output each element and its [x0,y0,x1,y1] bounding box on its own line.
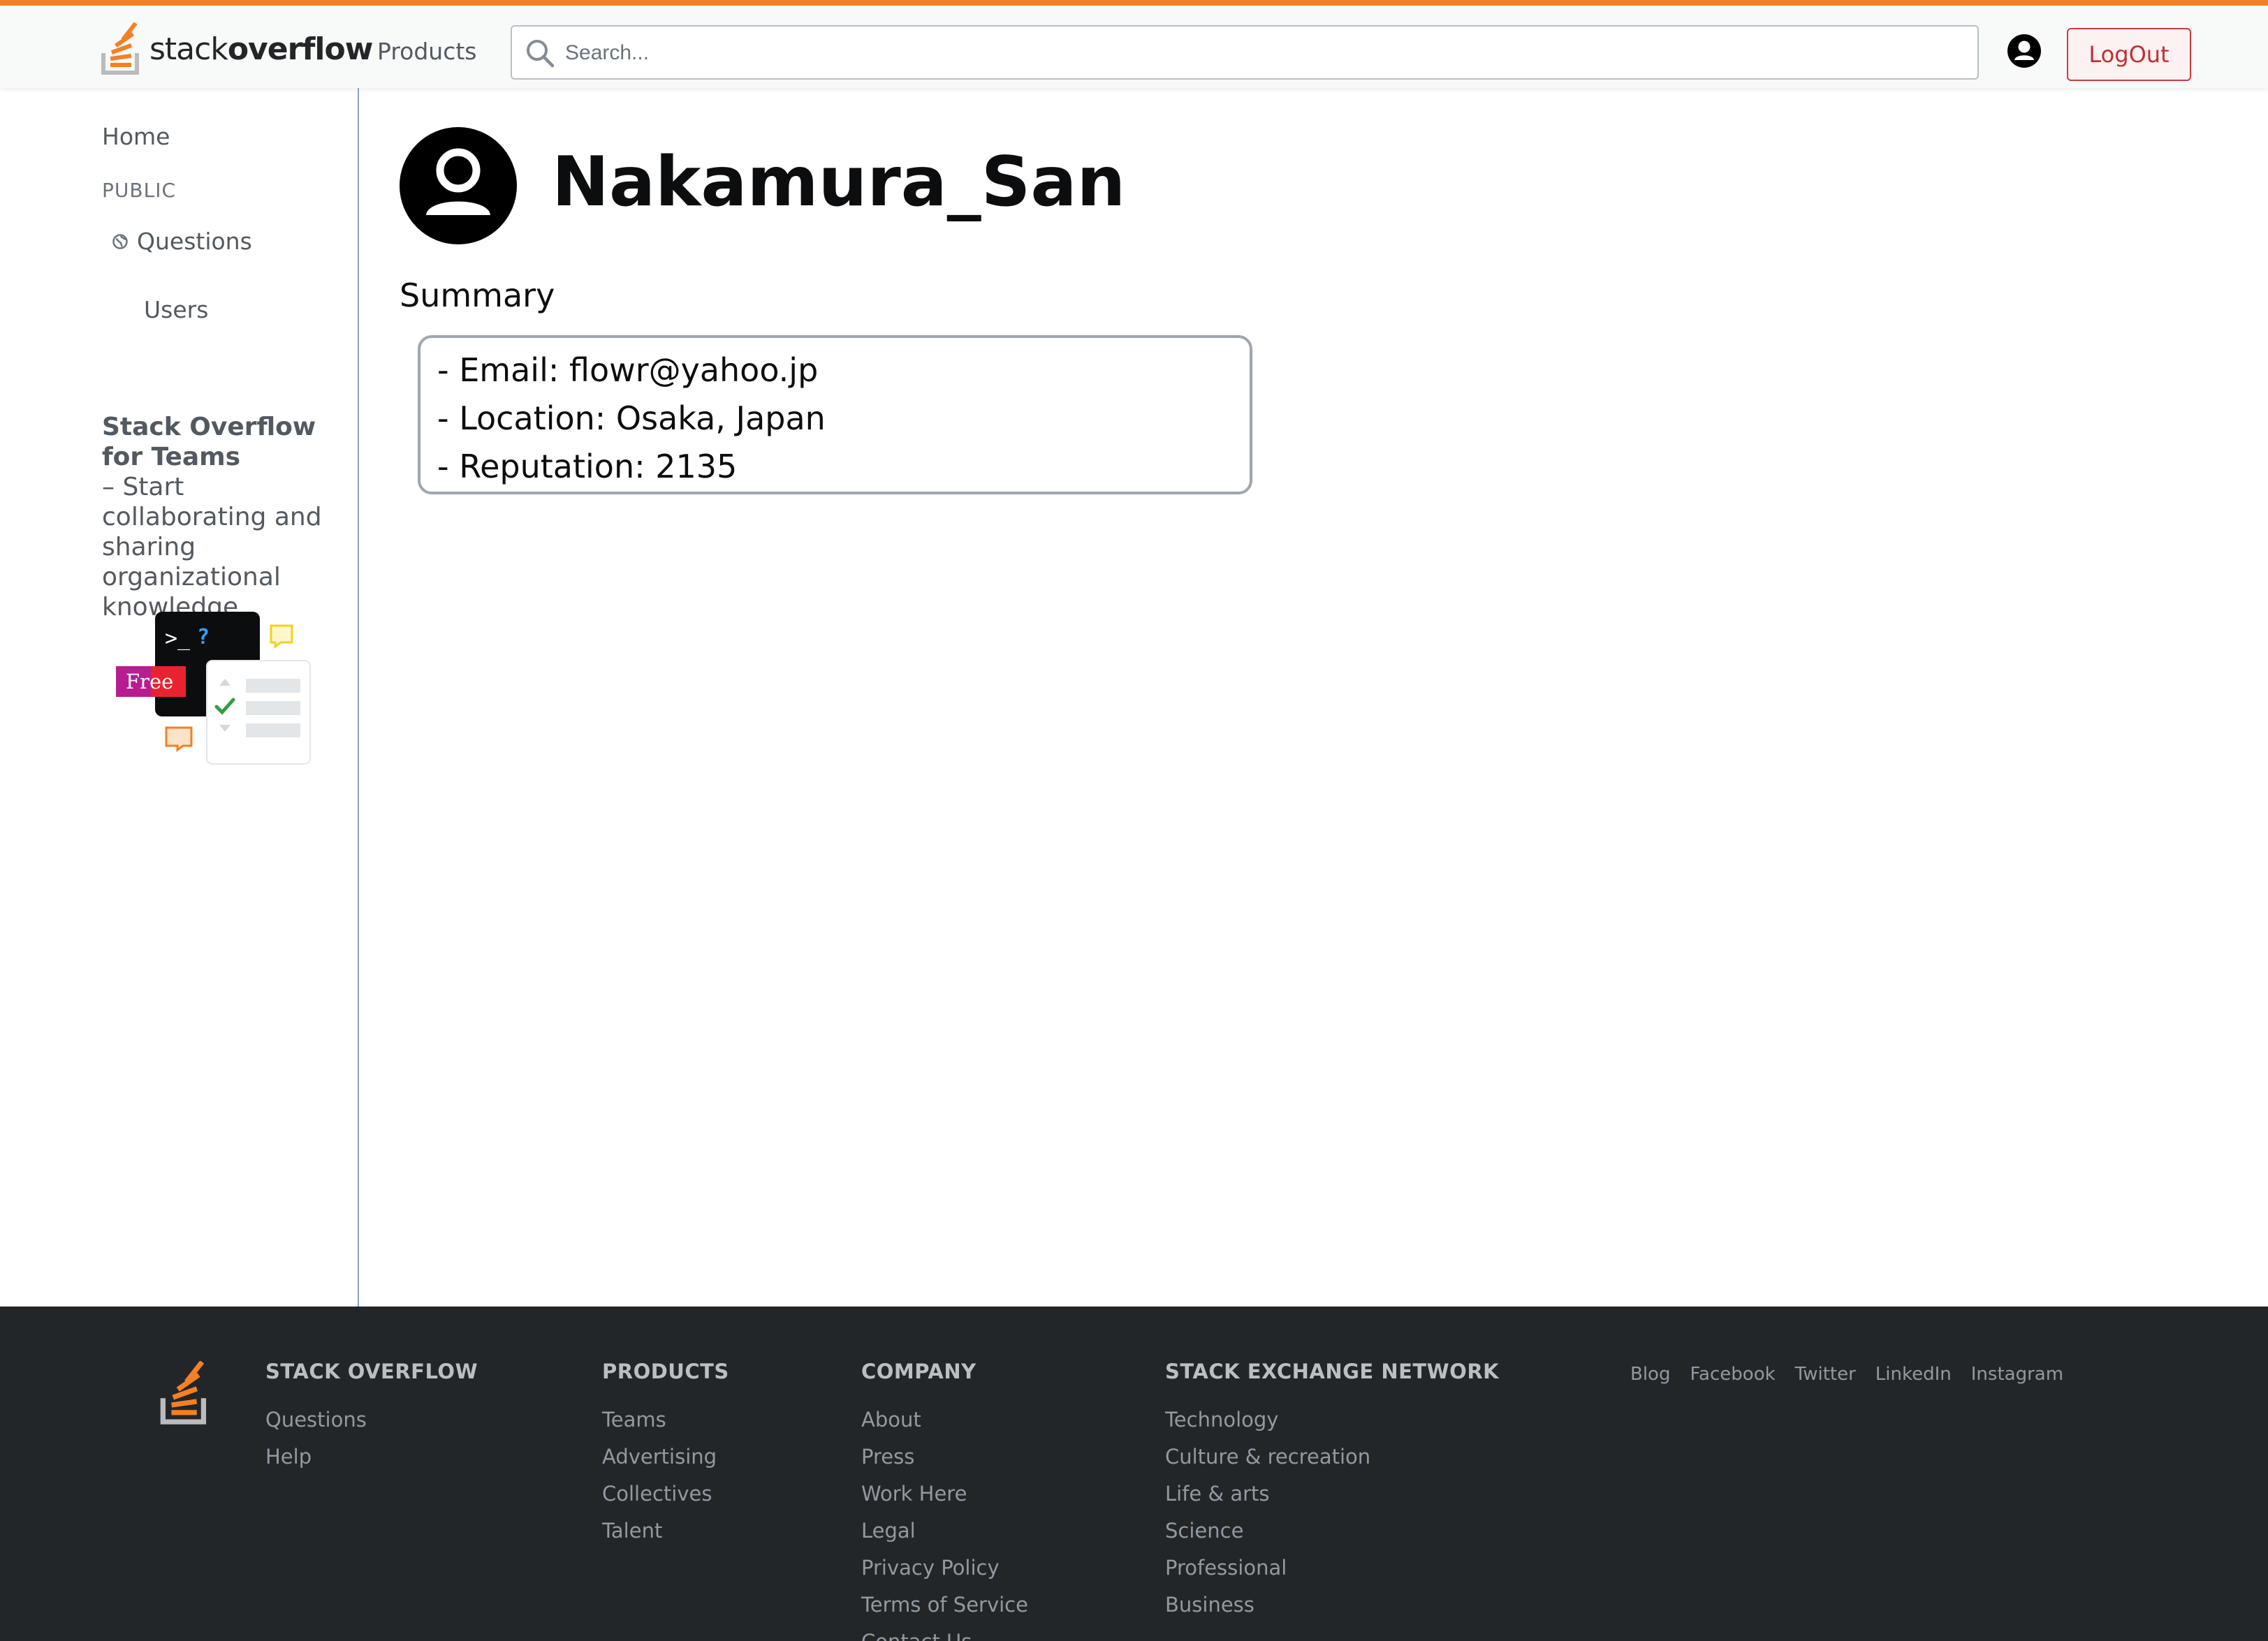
footer-link-professional[interactable]: Professional [1165,1550,1499,1587]
footer-logo-icon[interactable] [159,1361,212,1425]
sidebar-item-label: Questions [137,228,252,255]
summary-reputation: - Reputation: 2135 [437,448,738,485]
footer-link-talent[interactable]: Talent [602,1513,729,1550]
sidebar-item-users[interactable]: Users [144,296,208,323]
summary-heading: Summary [400,277,555,314]
footer-column-title: STACK OVERFLOW [265,1360,478,1383]
footer-link-questions[interactable]: Questions [265,1401,478,1438]
footer-link-about[interactable]: About [861,1401,1028,1438]
summary-location: - Location: Osaka, Japan [437,399,826,437]
teams-promo[interactable]: Stack Overflow for Teams – Start collabo… [102,412,353,622]
footer-link-contact-us[interactable]: Contact Us [861,1624,1028,1641]
sidebar-section-public: PUBLIC [102,179,176,202]
footer-link-culture-recreation[interactable]: Culture & recreation [1165,1438,1499,1476]
footer-link-work-here[interactable]: Work Here [861,1476,1028,1513]
footer-link-teams[interactable]: Teams [602,1401,729,1438]
footer-column-stack-overflow: STACK OVERFLOW Questions Help [265,1360,478,1476]
terminal-question-mark: ? [197,625,210,649]
sidebar-item-questions[interactable]: Questions [112,228,252,255]
summary-box: - Email: flowr@yahoo.jp - Location: Osak… [418,335,1252,494]
site-logo[interactable]: stackoverflow [101,21,373,77]
social-link-twitter[interactable]: Twitter [1795,1364,1856,1385]
social-link-facebook[interactable]: Facebook [1690,1364,1775,1385]
sidebar-item-home[interactable]: Home [102,123,170,150]
footer-link-help[interactable]: Help [265,1438,478,1476]
footer-link-technology[interactable]: Technology [1165,1401,1499,1438]
terminal-prompt-text: >_ [165,626,191,651]
teams-promo-title: Stack Overflow for Teams [102,413,316,471]
footer-link-science[interactable]: Science [1165,1513,1499,1550]
social-link-instagram[interactable]: Instagram [1971,1364,2063,1385]
products-nav-link[interactable]: Products [366,34,488,69]
top-bar: stackoverflow Products LogOut [0,0,2268,88]
teams-illustration: >_ ? Free [116,612,311,765]
logout-button[interactable]: LogOut [2067,28,2191,81]
site-footer: STACK OVERFLOW Questions Help PRODUCTS T… [0,1307,2268,1641]
footer-link-life-arts[interactable]: Life & arts [1165,1476,1499,1513]
footer-social-links: Blog Facebook Twitter LinkedIn Instagram [1630,1364,2063,1385]
footer-link-advertising[interactable]: Advertising [602,1438,729,1476]
free-badge-text: Free [126,670,173,693]
footer-column-title: PRODUCTS [602,1360,729,1383]
footer-column-title: COMPANY [861,1360,976,1383]
social-link-linkedin[interactable]: LinkedIn [1875,1364,1952,1385]
footer-column-company: COMPANY About Press Work Here Legal Priv… [861,1360,1028,1641]
footer-link-privacy-policy[interactable]: Privacy Policy [861,1550,1028,1587]
teams-promo-text: – Start collaborating and sharing organi… [102,473,322,621]
footer-column-title: STACK EXCHANGE NETWORK [1165,1360,1500,1383]
search-icon [527,40,555,68]
left-sidebar: Home PUBLIC Questions Users Stack Overfl… [0,88,359,1307]
footer-link-business[interactable]: Business [1165,1587,1499,1624]
footer-link-press[interactable]: Press [861,1438,1028,1476]
footer-link-collectives[interactable]: Collectives [602,1476,729,1513]
logo-text: stackoverflow [149,31,373,67]
profile-username: Nakamura_San [552,142,1126,222]
footer-column-products: PRODUCTS Teams Advertising Collectives T… [602,1360,729,1550]
stack-overflow-logo-icon [101,22,139,75]
user-avatar-icon[interactable] [2007,34,2042,68]
footer-column-stack-exchange: STACK EXCHANGE NETWORK Technology Cultur… [1165,1360,1499,1624]
globe-icon [112,233,128,249]
footer-link-legal[interactable]: Legal [861,1513,1028,1550]
search-input[interactable] [564,27,1956,80]
footer-link-terms-of-service[interactable]: Terms of Service [861,1587,1028,1624]
social-link-blog[interactable]: Blog [1630,1364,1670,1385]
profile-avatar-icon [400,127,517,244]
summary-email: - Email: flowr@yahoo.jp [437,351,819,389]
search-bar[interactable] [511,25,1979,80]
